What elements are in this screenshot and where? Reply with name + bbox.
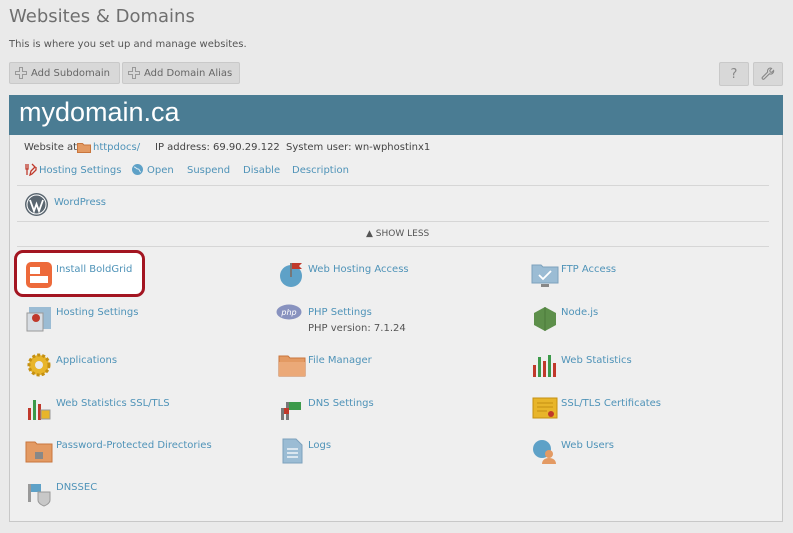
httpdocs-link[interactable]: httpdocs/: [93, 142, 140, 153]
bar-chart-icon: [533, 355, 556, 377]
bar-chart-lock-icon: [28, 400, 51, 420]
suspend-link[interactable]: Suspend: [187, 165, 230, 176]
web-users-link[interactable]: Web Users: [561, 440, 614, 451]
web-hosting-access-link[interactable]: Web Hosting Access: [308, 264, 409, 275]
domain-name[interactable]: mydomain.ca: [19, 97, 180, 128]
wordpress-link[interactable]: WordPress: [54, 197, 106, 208]
ip-address: IP address: 69.90.29.122: [155, 142, 280, 153]
page-subtitle: This is where you set up and manage webs…: [9, 39, 247, 50]
open-globe-icon: [132, 164, 143, 175]
dnssec-icon: [28, 484, 51, 507]
applications-link[interactable]: Applications: [56, 355, 117, 366]
hosting-settings-icon: [26, 307, 51, 332]
ftp-folder-icon: [531, 264, 559, 287]
php-settings-link[interactable]: PHP Settings: [308, 307, 372, 318]
divider: [17, 185, 769, 186]
web-statistics-link[interactable]: Web Statistics: [561, 355, 632, 366]
hosting-settings-link[interactable]: Hosting Settings: [39, 165, 121, 176]
divider: [17, 221, 769, 222]
ssl-tls-certificates-link[interactable]: SSL/TLS Certificates: [561, 398, 661, 409]
svg-text:php: php: [280, 308, 296, 317]
nodejs-link[interactable]: Node.js: [561, 307, 598, 318]
password-protected-directories-link[interactable]: Password-Protected Directories: [56, 440, 212, 451]
system-user: System user: wn-wphostinx1: [286, 142, 431, 153]
add-domain-alias-label: Add Domain Alias: [144, 67, 233, 79]
caret-up-icon: ▲: [366, 229, 376, 239]
dns-settings-link[interactable]: DNS Settings: [308, 398, 374, 409]
description-link[interactable]: Description: [292, 165, 349, 176]
dns-flag-icon: [281, 402, 301, 420]
settings-button[interactable]: [753, 62, 783, 86]
divider: [17, 246, 769, 247]
wordpress-icon: [25, 193, 48, 216]
hosting-tools-icon: [25, 163, 37, 176]
nodejs-icon: [534, 307, 556, 331]
folder-icon: [278, 355, 306, 377]
file-manager-link[interactable]: File Manager: [308, 355, 372, 366]
help-icon: ?: [730, 66, 738, 82]
disable-link[interactable]: Disable: [243, 165, 280, 176]
php-version: PHP version: 7.1.24: [308, 323, 406, 334]
locked-folder-icon: [25, 441, 53, 463]
add-subdomain-button[interactable]: Add Subdomain: [9, 62, 120, 84]
page-title: Websites & Domains: [9, 6, 195, 27]
globe-flag-icon: [280, 263, 302, 287]
certificate-icon: [532, 397, 558, 419]
website-at-label: Website at: [24, 142, 78, 153]
boldgrid-icon: [26, 262, 52, 288]
dnssec-link[interactable]: DNSSEC: [56, 482, 97, 493]
show-less-toggle[interactable]: ▲ SHOW LESS: [366, 229, 429, 239]
web-users-icon: [533, 440, 556, 464]
plus-icon: [15, 67, 27, 79]
help-button[interactable]: ?: [719, 62, 749, 86]
logs-link[interactable]: Logs: [308, 440, 331, 451]
php-icon: php: [276, 304, 302, 320]
plus-icon: [128, 67, 140, 79]
wrench-icon: [761, 67, 775, 80]
document-icon: [282, 438, 303, 464]
open-link[interactable]: Open: [147, 165, 174, 176]
web-statistics-ssl-link[interactable]: Web Statistics SSL/TLS: [56, 398, 170, 409]
add-domain-alias-button[interactable]: Add Domain Alias: [122, 62, 240, 84]
hosting-settings-tool-link[interactable]: Hosting Settings: [56, 307, 138, 318]
install-boldgrid-link[interactable]: Install BoldGrid: [56, 264, 132, 275]
add-subdomain-label: Add Subdomain: [31, 67, 111, 79]
gear-icon: [27, 353, 51, 377]
folder-icon: [77, 143, 91, 153]
ftp-access-link[interactable]: FTP Access: [561, 264, 616, 275]
